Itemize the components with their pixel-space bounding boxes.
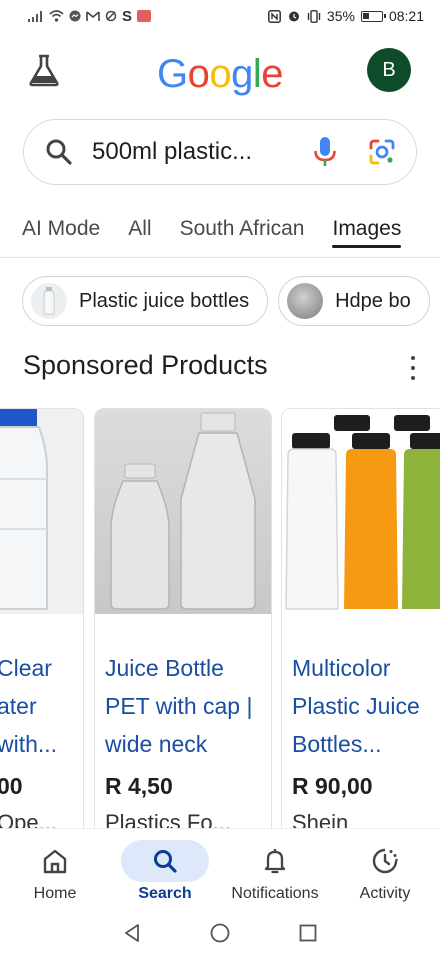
product-card[interactable]: Juice Bottle PET with cap | wide neck R … <box>94 408 272 828</box>
nav-search[interactable]: Search <box>110 829 220 911</box>
gmail-icon <box>86 10 100 21</box>
product-image <box>282 409 440 614</box>
s-app-icon: S <box>122 7 133 25</box>
product-price: R 4,50 <box>105 773 173 799</box>
nav-label: Notifications <box>231 885 319 902</box>
product-card[interactable]: Clear ater with... 00 Ope... <box>0 408 84 828</box>
logo-letter: l <box>252 52 262 96</box>
logo-letter: o <box>209 52 232 96</box>
sponsored-products-heading: Sponsored Products <box>23 350 268 380</box>
labs-flask-icon[interactable] <box>26 52 62 88</box>
tab-images[interactable]: Images <box>332 200 401 257</box>
product-title[interactable]: Clear ater with... <box>0 649 83 763</box>
logo-letter: e <box>261 52 284 96</box>
search-icon <box>154 850 177 873</box>
alarm-icon <box>288 11 299 22</box>
product-title[interactable]: Juice Bottle PET with cap | wide neck <box>95 649 271 763</box>
app-header: Google B <box>0 40 440 110</box>
sync-icon <box>105 10 117 22</box>
chip-label: Plastic juice bottles <box>79 289 250 312</box>
logo-letter: G <box>157 52 188 96</box>
account-avatar[interactable]: B <box>367 48 411 92</box>
product-seller: Ope... <box>0 810 57 828</box>
nav-label: Search <box>138 885 192 902</box>
voice-search-icon[interactable] <box>312 136 338 168</box>
status-left-icons: S <box>28 7 152 25</box>
back-icon[interactable] <box>121 922 143 944</box>
nav-label: Home <box>33 885 77 902</box>
search-query[interactable]: 500ml plastic... <box>92 138 312 166</box>
battery-percent: 35% <box>326 8 355 24</box>
nav-activity[interactable]: Activity <box>330 829 440 911</box>
clock: 08:21 <box>388 8 424 24</box>
home-icon <box>43 849 67 874</box>
nav-label: Activity <box>359 885 411 902</box>
product-price: 00 <box>0 773 23 799</box>
product-title[interactable]: Multicolor Plastic Juice Bottles... <box>282 649 440 763</box>
tab-all[interactable]: All <box>128 200 151 257</box>
search-icon <box>46 139 72 165</box>
product-image <box>0 409 83 614</box>
activity-icon <box>372 848 398 874</box>
battery-icon <box>360 10 386 22</box>
logo-letter: o <box>187 52 210 96</box>
bottom-navigation: Home Search Notifications Activity <box>0 828 440 910</box>
more-options-icon[interactable] <box>408 356 418 380</box>
chip-label: Hdpe bo <box>335 289 411 312</box>
bell-icon <box>264 849 286 874</box>
chip-hdpe-bottles[interactable]: Hdpe bo <box>278 276 430 326</box>
status-bar: S 35% 08:21 <box>0 0 440 32</box>
recents-icon[interactable] <box>297 922 319 944</box>
logo-letter: g <box>231 52 253 96</box>
nav-home[interactable]: Home <box>0 829 110 911</box>
google-logo: Google <box>157 52 284 97</box>
home-circle-icon[interactable] <box>209 922 231 944</box>
chip-thumbnail-bottle <box>31 283 67 319</box>
product-image <box>95 409 271 614</box>
nav-notifications[interactable]: Notifications <box>220 829 330 911</box>
google-lens-icon[interactable] <box>368 138 396 166</box>
search-tabs: AI Mode All South African Images <box>0 200 440 258</box>
chip-plastic-juice-bottles[interactable]: Plastic juice bottles <box>22 276 269 326</box>
product-seller: Plastics Fo... <box>105 810 231 828</box>
product-card[interactable]: Multicolor Plastic Juice Bottles... R 90… <box>281 408 440 828</box>
chip-thumbnail-hdpe <box>287 283 324 319</box>
sponsored-carousel[interactable]: Clear ater with... 00 Ope... Juice Bottl… <box>0 408 440 828</box>
tab-south-african[interactable]: South African <box>180 200 305 257</box>
vibrate-icon <box>307 9 321 23</box>
product-seller: Shein <box>292 810 349 828</box>
system-navigation-bar <box>0 910 440 955</box>
tab-ai-mode[interactable]: AI Mode <box>22 200 100 257</box>
product-price: R 90,00 <box>292 773 373 799</box>
messenger-icon <box>69 10 81 22</box>
wifi-icon <box>49 10 64 22</box>
search-box[interactable]: 500ml plastic... <box>23 119 417 185</box>
nfc-icon <box>267 9 281 23</box>
notification-badge-icon <box>137 10 152 22</box>
suggestion-chips: Plastic juice bottles Hdpe bo <box>22 276 430 326</box>
active-pill <box>121 840 209 882</box>
signal-icon <box>28 10 42 22</box>
status-right: 35% 08:21 <box>267 8 424 24</box>
